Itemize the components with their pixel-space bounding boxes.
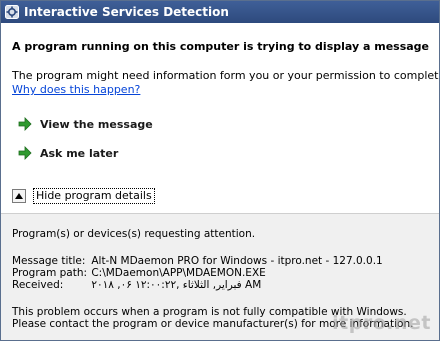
- program-path-value: C:\MDaemon\APP\MDAEMON.EXE: [91, 267, 266, 279]
- description: The program might need information form …: [12, 69, 440, 82]
- program-path-key: Program path:: [12, 267, 88, 279]
- requesting-attention-text: Program(s) or devices(s) requesting atte…: [12, 228, 256, 240]
- window-title: Interactive Services Detection: [24, 5, 229, 19]
- hide-program-details-toggle[interactable]: Hide program details: [12, 187, 155, 205]
- received-row: Received: ۲۰۱۸ ,۰۶ فبراير, الثلاثاء ,۱۲:…: [12, 279, 261, 291]
- program-details-panel: Program(s) or devices(s) requesting atte…: [1, 214, 439, 340]
- why-does-this-happen-link[interactable]: Why does this happen?: [12, 83, 140, 96]
- ask-me-later-label: Ask me later: [40, 146, 119, 160]
- hide-program-details-label: Hide program details: [33, 188, 155, 204]
- watermark: itpro.net: [332, 312, 431, 334]
- title-bar[interactable]: Interactive Services Detection: [1, 1, 439, 23]
- chevron-up-icon: [15, 193, 23, 199]
- green-arrow-icon: [18, 117, 32, 131]
- ask-me-later-button[interactable]: Ask me later: [17, 144, 118, 162]
- message-title-value: Alt-N MDaemon PRO for Windows - itpro.ne…: [91, 255, 383, 267]
- main-content: A program running on this computer is tr…: [1, 23, 439, 213]
- received-key: Received:: [12, 279, 64, 291]
- message-title-key: Message title:: [12, 255, 86, 267]
- collapse-button[interactable]: [12, 189, 26, 203]
- received-value: ۲۰۱۸ ,۰۶ فبراير, الثلاثاء ,۱۲:۰۰:۲۲ AM: [91, 279, 262, 291]
- message-title-row: Message title: Alt-N MDaemon PRO for Win…: [12, 255, 383, 267]
- green-arrow-icon: [18, 146, 32, 160]
- view-the-message-button[interactable]: View the message: [17, 115, 153, 133]
- view-the-message-label: View the message: [40, 117, 153, 131]
- services-icon: [5, 5, 19, 19]
- interactive-services-detection-dialog: Interactive Services Detection A program…: [0, 0, 440, 341]
- headline: A program running on this computer is tr…: [12, 40, 430, 53]
- program-path-row: Program path: C:\MDaemon\APP\MDAEMON.EXE: [12, 267, 266, 279]
